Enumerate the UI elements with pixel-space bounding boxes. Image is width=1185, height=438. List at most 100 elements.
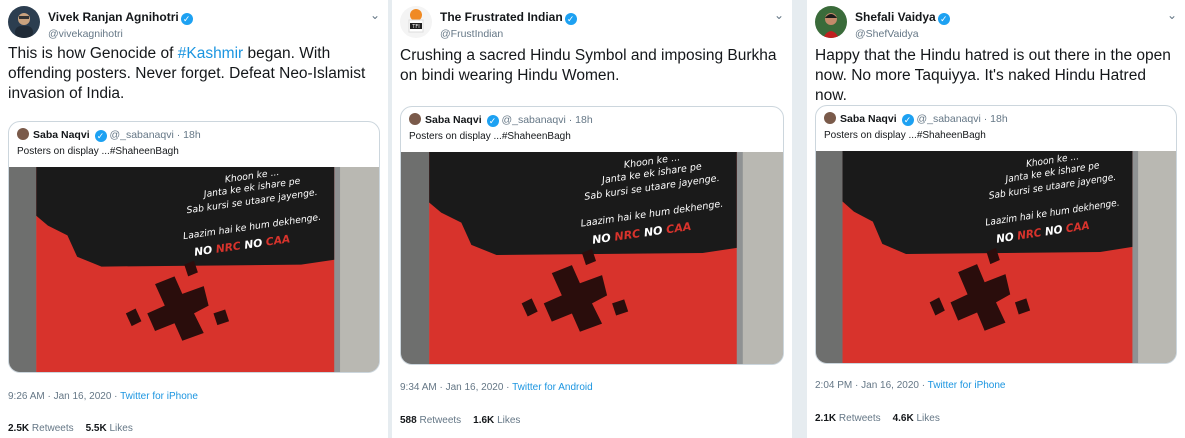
retweet-label[interactable]: Retweets <box>839 413 881 424</box>
verified-badge-icon: ✓ <box>901 114 914 126</box>
quoted-handle: @_sabanaqvi <box>501 114 566 126</box>
poster-slogan-word: NO <box>1044 223 1063 239</box>
quoted-avatar <box>17 128 29 140</box>
poster-image[interactable]: Khoon ke ... Janta ke ek ishare pe Sab kur… <box>9 167 379 372</box>
avatar[interactable] <box>815 6 847 38</box>
poster-wall-right <box>340 167 379 372</box>
author-name[interactable]: Shefali Vaidya <box>855 10 936 24</box>
quoted-header: Saba Naqvi ✓ @_sabanaqvi · 18h <box>409 113 593 127</box>
tweet-meta: 9:26 AM · Jan 16, 2020 · Twitter for iPh… <box>8 391 198 402</box>
quoted-tweet[interactable]: Saba Naqvi ✓ @_sabanaqvi · 18h Posters o… <box>400 106 784 365</box>
quoted-author: Saba Naqvi <box>425 114 482 126</box>
like-count[interactable]: 4.6K <box>893 413 914 424</box>
quoted-age: 18h <box>575 114 593 126</box>
tweet-timestamp[interactable]: 9:34 AM · Jan 16, 2020 · <box>400 382 512 393</box>
poster-image[interactable]: Khoon ke ... Janta ke ek ishare pe Sab kur… <box>816 151 1176 363</box>
quoted-age: 18h <box>183 129 201 141</box>
verified-badge-icon: ✓ <box>94 130 107 142</box>
poster-slogan-word: NO <box>193 243 213 258</box>
poster-slogan-word: NO <box>243 236 263 251</box>
tweet-text-part: This is how Genocide of <box>8 45 178 62</box>
like-count[interactable]: 5.5K <box>86 423 107 434</box>
author-handle[interactable]: @vivekagnihotri <box>48 28 193 40</box>
tweet-header: Shefali Vaidya ✓ @ShefVaidya ⌄ <box>815 6 1177 40</box>
chevron-down-icon[interactable]: ⌄ <box>370 8 380 22</box>
tweet-header: Vivek Ranjan Agnihotri ✓ @vivekagnihotri … <box>8 6 380 40</box>
poster-wall-left <box>401 152 430 364</box>
retweet-label[interactable]: Retweets <box>419 415 461 426</box>
quoted-header: Saba Naqvi ✓ @_sabanaqvi · 18h <box>17 128 201 142</box>
retweet-count[interactable]: 2.1K <box>815 413 836 424</box>
quoted-author: Saba Naqvi <box>840 113 897 125</box>
verified-badge-icon: ✓ <box>564 13 577 25</box>
poster-artwork: Khoon ke ...Janta ke ek ishare peSab kur… <box>401 152 783 364</box>
quoted-author: Saba Naqvi <box>33 129 90 141</box>
retweet-count[interactable]: 588 <box>400 415 417 426</box>
chevron-down-icon[interactable]: ⌄ <box>774 8 784 22</box>
like-label[interactable]: Likes <box>497 415 520 426</box>
avatar[interactable] <box>8 6 40 38</box>
author-block: Shefali Vaidya ✓ @ShefVaidya <box>855 8 950 40</box>
chevron-down-icon[interactable]: ⌄ <box>1167 8 1177 22</box>
tweet-card[interactable]: Vivek Ranjan Agnihotri ✓ @vivekagnihotri … <box>0 0 388 438</box>
poster-slogan-word: NO <box>643 224 664 240</box>
tweet-timestamp[interactable]: 9:26 AM · Jan 16, 2020 · <box>8 391 120 402</box>
tweet-card[interactable]: TFI The Frustrated Indian ✓ @FrustIndian … <box>392 0 792 438</box>
tweet-card[interactable]: Shefali Vaidya ✓ @ShefVaidya ⌄ Happy that… <box>807 0 1185 438</box>
tweet-source-link[interactable]: Twitter for iPhone <box>928 380 1006 391</box>
author-name[interactable]: The Frustrated Indian <box>440 10 563 24</box>
like-count[interactable]: 1.6K <box>473 415 494 426</box>
hashtag-link[interactable]: #Kashmir <box>178 45 243 62</box>
tweet-source-link[interactable]: Twitter for iPhone <box>120 391 198 402</box>
poster-slogan-word: NO <box>591 231 612 247</box>
tweet-text: Happy that the Hindu hatred is out there… <box>815 47 1171 104</box>
quoted-tweet[interactable]: Saba Naqvi ✓ @_sabanaqvi · 18h Posters o… <box>8 121 380 373</box>
tweet-source-link[interactable]: Twitter for Android <box>512 382 593 393</box>
tweet-text: Crushing a sacred Hindu Symbol and impos… <box>400 47 777 84</box>
poster-slogan-word: NO <box>995 230 1014 246</box>
quoted-text: Posters on display ...#ShaheenBagh <box>17 146 179 157</box>
verified-badge-icon: ✓ <box>937 13 950 25</box>
author-block: The Frustrated Indian ✓ @FrustIndian <box>440 8 577 40</box>
quoted-dot: · <box>980 113 991 125</box>
quoted-dot: · <box>173 129 184 141</box>
retweet-count[interactable]: 2.5K <box>8 423 29 434</box>
verified-badge-icon: ✓ <box>180 13 193 25</box>
verified-badge-icon: ✓ <box>486 115 499 127</box>
poster-wall-right <box>742 152 783 364</box>
tweet-stats: 2.1K Retweets 4.6K Likes <box>815 413 940 424</box>
author-name[interactable]: Vivek Ranjan Agnihotri <box>48 10 179 24</box>
poster-image[interactable]: Khoon ke ... Janta ke ek ishare pe Sab kur… <box>401 152 783 364</box>
tweet-meta: 2:04 PM · Jan 16, 2020 · Twitter for iPh… <box>815 380 1005 391</box>
like-label[interactable]: Likes <box>110 423 133 434</box>
tweet-header: TFI The Frustrated Indian ✓ @FrustIndian … <box>400 6 784 40</box>
quoted-dot: · <box>565 114 576 126</box>
quoted-text: Posters on display ...#ShaheenBagh <box>409 131 571 142</box>
quoted-tweet[interactable]: Saba Naqvi ✓ @_sabanaqvi · 18h Posters o… <box>815 105 1177 364</box>
quoted-avatar <box>409 113 421 125</box>
quoted-header: Saba Naqvi ✓ @_sabanaqvi · 18h <box>824 112 1008 126</box>
tweet-text: This is how Genocide of #Kashmir began. … <box>8 44 380 104</box>
tweet-timestamp[interactable]: 2:04 PM · Jan 16, 2020 · <box>815 380 928 391</box>
column-divider <box>792 0 807 438</box>
poster-wall-left <box>816 151 843 363</box>
poster-artwork: Khoon ke ...Janta ke ek ishare peSab kur… <box>816 151 1176 363</box>
tweet-stats: 588 Retweets 1.6K Likes <box>400 415 520 426</box>
poster-wall-right <box>1138 151 1176 363</box>
avatar[interactable]: TFI <box>400 6 432 38</box>
tweet-meta: 9:34 AM · Jan 16, 2020 · Twitter for And… <box>400 382 593 393</box>
author-handle[interactable]: @ShefVaidya <box>855 28 950 40</box>
quoted-handle: @_sabanaqvi <box>916 113 981 125</box>
author-block: Vivek Ranjan Agnihotri ✓ @vivekagnihotri <box>48 8 193 40</box>
quoted-avatar <box>824 112 836 124</box>
like-label[interactable]: Likes <box>917 413 940 424</box>
author-handle[interactable]: @FrustIndian <box>440 28 577 40</box>
quoted-age: 18h <box>990 113 1008 125</box>
svg-text:TFI: TFI <box>411 24 419 30</box>
poster-wall-left <box>9 167 37 372</box>
quoted-handle: @_sabanaqvi <box>109 129 174 141</box>
retweet-label[interactable]: Retweets <box>32 423 74 434</box>
tweet-stats: 2.5K Retweets 5.5K Likes <box>8 423 133 434</box>
poster-artwork: Khoon ke ...Janta ke ek ishare peSab kur… <box>9 167 379 372</box>
quoted-text: Posters on display ...#ShaheenBagh <box>824 130 986 141</box>
